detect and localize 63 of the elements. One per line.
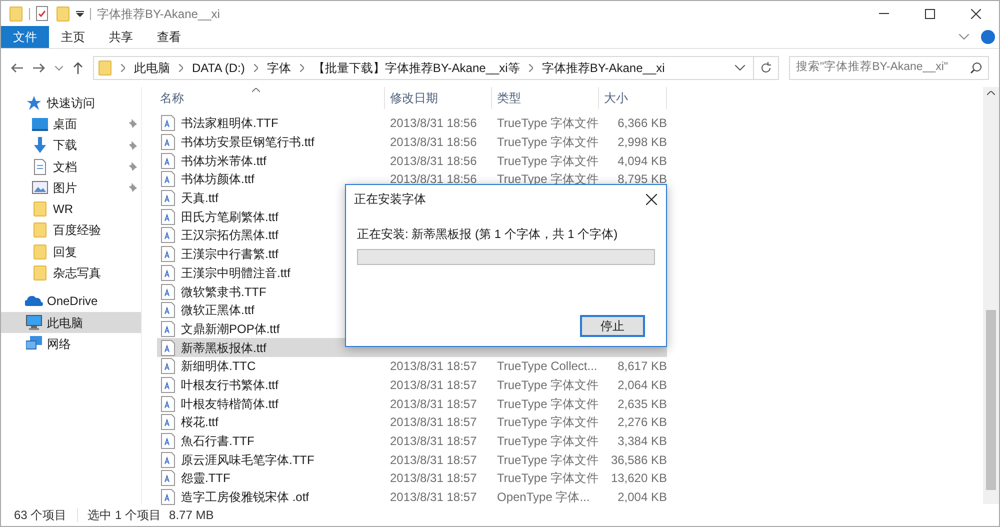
file-name: 天真.ttf <box>181 190 218 208</box>
file-name: 王汉宗拓仿黑体.ttf <box>181 227 278 244</box>
file-name: 文鼎新潮POP体.ttf <box>181 320 280 338</box>
file-name: 田氏方笔刷繁体.ttf <box>181 208 278 226</box>
size-cell-text: 2,635 KB <box>616 396 667 413</box>
file-name: 新细明体.TTC <box>181 358 256 376</box>
type-cell-text: TrueType 字体文件 <box>496 470 599 488</box>
size-cell-text: 2,276 KB <box>616 414 667 432</box>
type-cell-text: TrueType 字体文件 <box>496 396 599 413</box>
type-cell-text: TrueType Collect... <box>496 358 598 376</box>
file-name: 造字工房俊雅锐宋体 .otf <box>181 489 310 506</box>
type-cell-text: TrueType 字体文件 <box>496 115 599 132</box>
size-cell-text: 8,795 KB <box>616 171 667 188</box>
file-name: 微软正黑体.ttf <box>181 302 254 320</box>
file-name: 新蒂黑板报体.ttf <box>181 340 266 357</box>
file-name: 书法家粗明体.TTF <box>181 115 278 132</box>
type-cell-text: TrueType 字体文件 <box>496 376 599 394</box>
file-name: 叶根友特楷简体.ttf <box>181 396 278 413</box>
date-cell-text: 2013/8/31 18:57 <box>389 414 478 432</box>
file-name: 王漢宗中行書繁.ttf <box>181 246 278 264</box>
file-name: 叶根友行书繁体.ttf <box>181 376 278 394</box>
dialog-title: 正在安装字体 <box>354 191 427 208</box>
type-cell-text: TrueType 字体文件 <box>496 414 599 432</box>
file-name: 怨靈.TTF <box>181 470 230 488</box>
size-cell-text: 3,384 KB <box>616 433 667 450</box>
item-count: 63 个项目 <box>14 507 67 524</box>
date-cell-text: 2013/8/31 18:57 <box>389 396 478 413</box>
date-cell-text: 2013/8/31 18:57 <box>389 376 478 394</box>
file-name: 书体坊安景臣钢笔行书.ttf <box>181 134 314 152</box>
type-cell-text: TrueType 字体文件 <box>496 452 599 469</box>
type-cell-text: TrueType 字体文件 <box>496 171 599 188</box>
size-cell-text: 8,617 KB <box>616 358 667 376</box>
selection-size: 8.77 MB <box>169 507 214 524</box>
file-name: 王漢宗中明體注音.ttf <box>181 264 290 282</box>
install-message: 正在安装: 新蒂黑板报 (第 1 个字体，共 1 个字体) <box>357 226 619 243</box>
size-cell-text: 2,004 KB <box>616 489 667 506</box>
file-name: 魚石行書.TTF <box>181 433 254 450</box>
size-cell-text: 2,064 KB <box>616 376 667 394</box>
date-cell-text: 2013/8/31 18:56 <box>389 134 478 152</box>
date-cell-text: 2013/8/31 18:56 <box>389 115 478 132</box>
size-cell-text: 6,366 KB <box>616 115 667 132</box>
file-name: 微软繁隶书.TTF <box>181 284 266 301</box>
file-name: 桜花.ttf <box>181 414 218 432</box>
selection-count: 选中 1 个项目 <box>88 507 162 524</box>
type-cell-text: TrueType 字体文件 <box>496 134 599 152</box>
date-cell-text: 2013/8/31 18:57 <box>389 358 478 376</box>
date-cell-text: 2013/8/31 18:56 <box>389 152 478 170</box>
date-cell-text: 2013/8/31 18:57 <box>389 452 478 469</box>
file-name: 书体坊米芾体.ttf <box>181 152 266 170</box>
type-cell-text: OpenType 字体... <box>496 489 591 506</box>
size-cell-text: 4,094 KB <box>616 152 667 170</box>
file-name: 书体坊颜体.ttf <box>181 171 254 188</box>
size-cell-text: 36,586 KB <box>610 452 667 469</box>
size-cell-text: 2,998 KB <box>616 134 667 152</box>
date-cell-text: 2013/8/31 18:57 <box>389 433 478 450</box>
date-cell-text: 2013/8/31 18:56 <box>389 171 478 188</box>
size-cell-text: 13,620 KB <box>610 470 667 488</box>
file-name: 原云涯风味毛笔字体.TTF <box>181 452 314 469</box>
window-title: 字体推荐BY-Akane__xi <box>97 6 220 22</box>
type-cell-text: TrueType 字体文件 <box>496 152 599 170</box>
type-cell-text: TrueType 字体文件 <box>496 433 599 450</box>
date-cell-text: 2013/8/31 18:57 <box>389 489 478 506</box>
date-cell-text: 2013/8/31 18:57 <box>389 470 478 488</box>
